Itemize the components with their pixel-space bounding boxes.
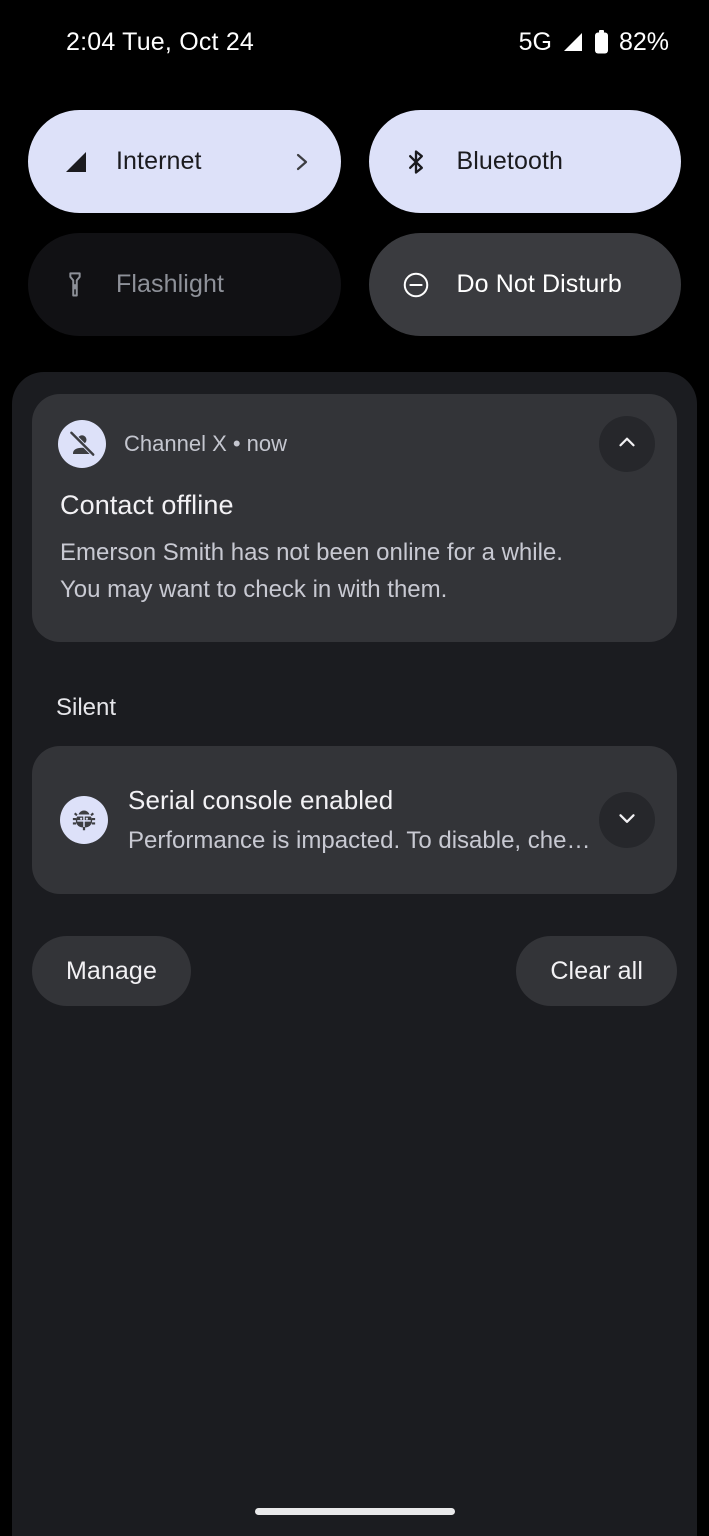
- battery-icon: [594, 30, 609, 54]
- notification-header: Channel X • now: [58, 420, 651, 468]
- notification-shade: Channel X • now Contact offline Emerson …: [12, 372, 697, 1536]
- quick-tile-internet-label: Internet: [116, 147, 202, 175]
- status-bar-clock-date: 2:04 Tue, Oct 24: [66, 27, 255, 56]
- notification-expand-button[interactable]: [599, 792, 655, 848]
- flashlight-icon: [58, 268, 92, 302]
- notification-collapse-button[interactable]: [599, 416, 655, 472]
- phone-screen: 2:04 Tue, Oct 24 5G 82% Internet Bluetoo…: [0, 0, 709, 1536]
- do-not-disturb-icon: [399, 268, 433, 302]
- quick-tile-flashlight-label: Flashlight: [116, 270, 224, 298]
- chevron-down-icon: [614, 805, 640, 836]
- clear-all-button[interactable]: Clear all: [516, 936, 677, 1006]
- quick-tile-bluetooth[interactable]: Bluetooth: [368, 110, 681, 213]
- silent-section-label: Silent: [56, 694, 117, 721]
- signal-bars-icon: [58, 145, 92, 179]
- notification-body: Emerson Smith has not been online for a …: [60, 539, 563, 603]
- home-gesture-bar[interactable]: [254, 1508, 455, 1515]
- quick-tile-internet[interactable]: Internet: [28, 110, 341, 213]
- notification-card-contact-offline[interactable]: Channel X • now Contact offline Emerson …: [32, 394, 677, 642]
- bluetooth-icon: [399, 145, 433, 179]
- quick-tile-do-not-disturb-label: Do Not Disturb: [456, 270, 622, 298]
- notification-card-serial-console[interactable]: Serial console enabled Performance is im…: [32, 746, 677, 894]
- network-type-label: 5G: [518, 27, 552, 56]
- quick-tile-bluetooth-label: Bluetooth: [456, 147, 564, 175]
- notification-body: Performance is impacted. To disable, che…: [128, 827, 591, 854]
- chevron-up-icon: [614, 429, 640, 460]
- manage-button[interactable]: Manage: [32, 936, 191, 1006]
- battery-percent-label: 82%: [618, 27, 669, 56]
- bug-icon: [60, 796, 108, 844]
- notification-meta: Channel X • now: [124, 431, 288, 456]
- signal-bars-icon: [562, 31, 584, 53]
- person-off-icon: [58, 420, 106, 468]
- quick-tile-flashlight[interactable]: Flashlight: [28, 233, 341, 336]
- quick-tile-do-not-disturb[interactable]: Do Not Disturb: [368, 233, 681, 336]
- chevron-right-icon[interactable]: [291, 151, 313, 173]
- quick-settings-tiles: Internet Bluetooth Flashlight Do Not Dis…: [28, 110, 681, 336]
- notification-text: Serial console enabled Performance is im…: [128, 785, 677, 855]
- status-bar: 2:04 Tue, Oct 24 5G 82%: [0, 0, 709, 84]
- notification-title: Serial console enabled: [128, 785, 394, 815]
- status-bar-icons: 5G 82%: [519, 28, 669, 57]
- shade-action-row: Manage Clear all: [32, 936, 677, 1006]
- notification-title: Contact offline: [60, 490, 234, 520]
